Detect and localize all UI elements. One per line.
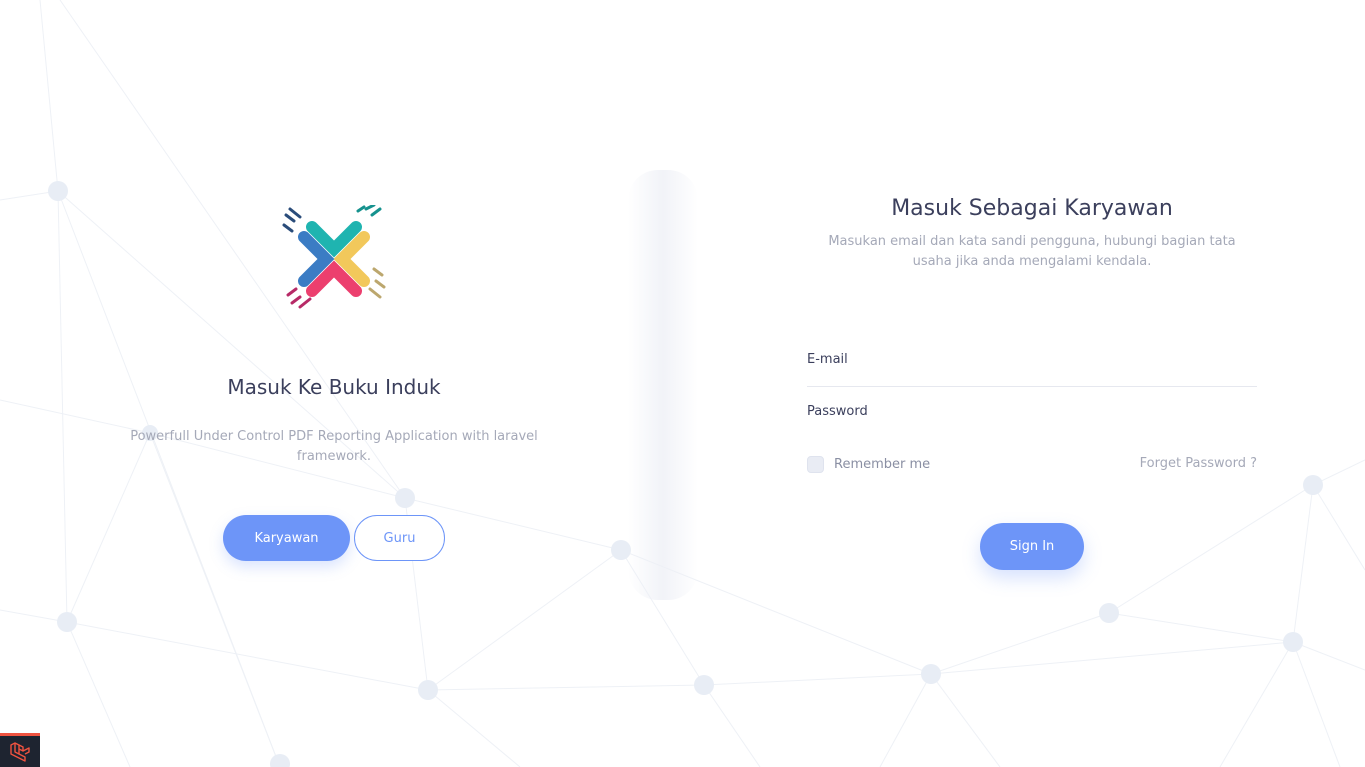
- form-title: Masuk Sebagai Karyawan: [891, 196, 1173, 221]
- left-description: Powerfull Under Control PDF Reporting Ap…: [130, 429, 538, 464]
- remember-label: Remember me: [834, 456, 931, 472]
- email-field[interactable]: [807, 360, 1257, 387]
- left-title: Masuk Ke Buku Induk: [227, 375, 441, 399]
- guru-button[interactable]: Guru: [354, 515, 445, 561]
- left-panel: Masuk Ke Buku Induk Powerfull Under Cont…: [100, 0, 568, 767]
- debugbar-toggle[interactable]: [0, 733, 40, 767]
- forget-password-link[interactable]: Forget Password ?: [1140, 456, 1257, 471]
- password-field[interactable]: [807, 412, 1257, 439]
- remember-checkbox[interactable]: [807, 455, 824, 473]
- login-form: Masuk Sebagai Karyawan Masukan email dan…: [807, 0, 1257, 767]
- laravel-icon: [10, 741, 30, 762]
- remember-me: Remember me: [807, 455, 930, 473]
- karyawan-button[interactable]: Karyawan: [223, 515, 350, 561]
- panel-divider: [628, 170, 698, 600]
- form-description: Masukan email dan kata sandi pengguna, h…: [828, 234, 1236, 269]
- sign-in-button[interactable]: Sign In: [980, 523, 1084, 570]
- buku-induk-logo: [282, 205, 386, 309]
- login-page: Masuk Ke Buku Induk Powerfull Under Cont…: [0, 0, 1365, 767]
